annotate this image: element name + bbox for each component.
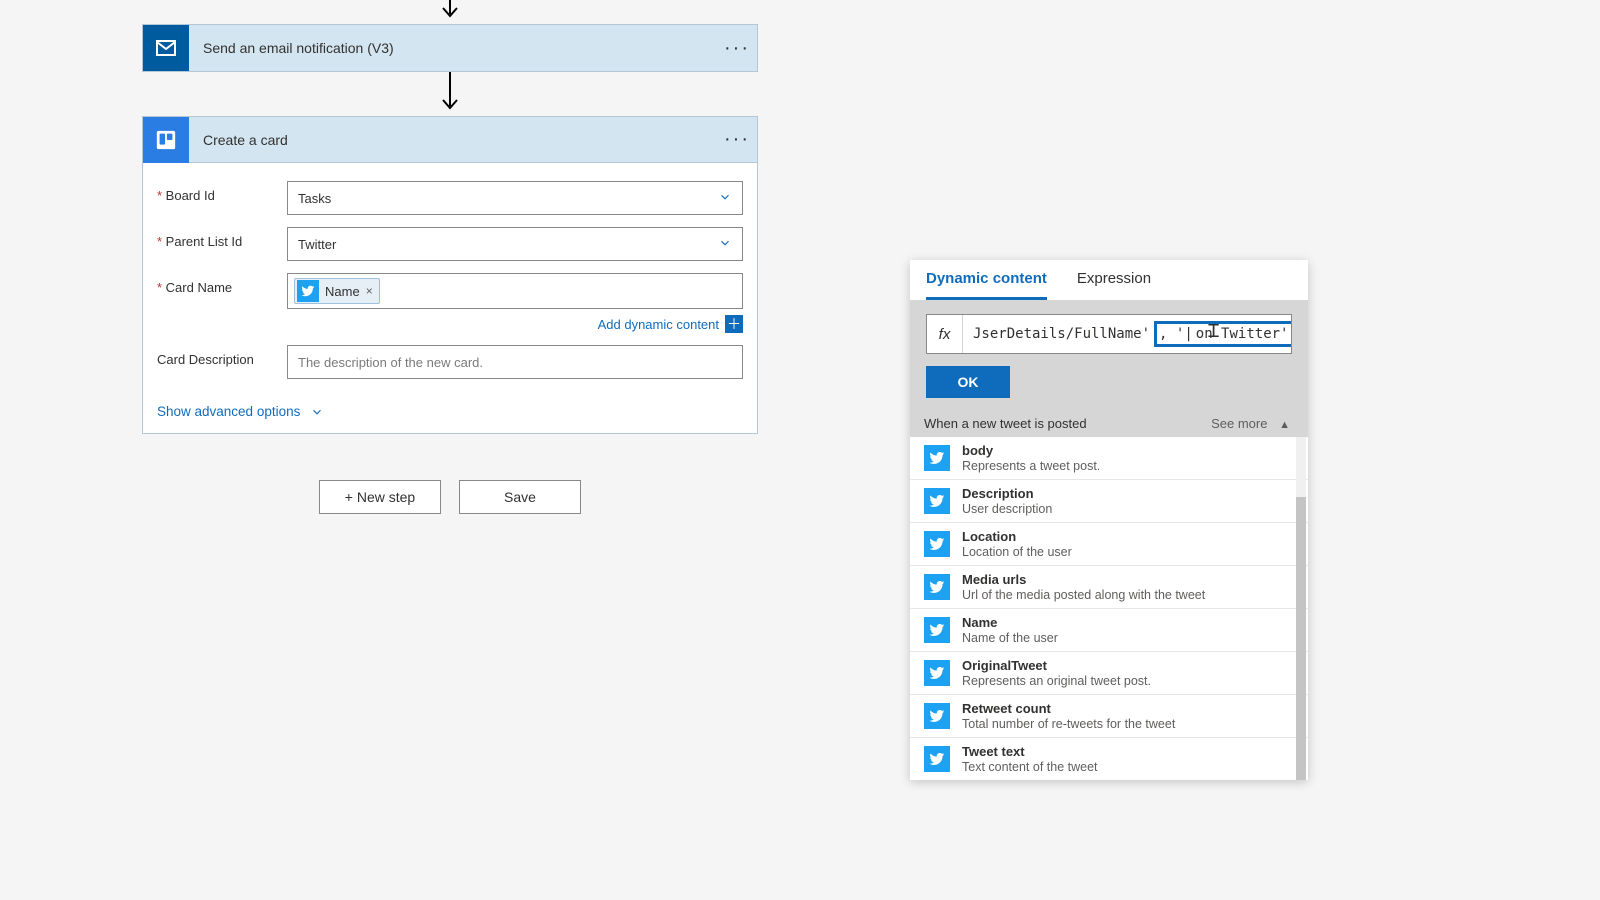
step-title: Create a card [189,132,717,148]
dynamic-item[interactable]: bodyRepresents a tweet post. [910,437,1308,480]
twitter-icon [924,660,950,686]
add-dynamic-content-link[interactable]: Add dynamic content [598,317,719,332]
dynamic-item-desc: Represents an original tweet post. [962,674,1151,688]
field-label-board-id: Board Id [157,181,287,203]
twitter-icon [924,445,950,471]
dynamic-content-list: bodyRepresents a tweet post.DescriptionU… [910,437,1308,780]
add-dynamic-content-icon[interactable]: ＋ [725,315,743,333]
step-send-email[interactable]: Send an email notification (V3) ··· [142,24,758,72]
dynamic-item[interactable]: DescriptionUser description [910,480,1308,523]
expression-highlight-box: , '|on Twitter') [1154,321,1291,347]
dynamic-item-desc: Represents a tweet post. [962,459,1100,473]
dynamic-item-title: Media urls [962,572,1205,587]
dynamic-item-desc: Total number of re-tweets for the tweet [962,717,1175,731]
twitter-icon [924,746,950,772]
show-advanced-label: Show advanced options [157,404,300,419]
step-create-card: Create a card ··· Board Id Tasks Parent … [142,116,758,434]
dynamic-item-desc: Url of the media posted along with the t… [962,588,1205,602]
parent-list-value: Twitter [298,237,336,252]
parent-list-id-select[interactable]: Twitter [287,227,743,261]
new-step-button[interactable]: + New step [319,480,441,514]
expression-text-left: JserDetails/FullName' [973,326,1150,342]
trello-icon [143,117,189,163]
expression-input[interactable]: fx JserDetails/FullName' , '|on Twitter'… [926,314,1292,354]
flow-arrow-icon [0,72,900,116]
dynamic-item-title: Retweet count [962,701,1175,716]
board-id-value: Tasks [298,191,331,206]
card-description-placeholder: The description of the new card. [298,355,483,370]
dynamic-item-title: Tweet text [962,744,1098,759]
dynamic-token-name[interactable]: Name × [294,278,380,304]
dynamic-section-header: When a new tweet is posted See more ▲ [910,410,1308,437]
field-label-card-description: Card Description [157,345,287,367]
card-name-input[interactable]: Name × [287,273,743,309]
twitter-icon [924,531,950,557]
dynamic-item-title: Description [962,486,1052,501]
twitter-icon [924,488,950,514]
card-description-input[interactable]: The description of the new card. [287,345,743,379]
see-more-link[interactable]: See more [1211,416,1267,431]
dynamic-item[interactable]: Retweet countTotal number of re-tweets f… [910,695,1308,738]
dynamic-item-desc: Name of the user [962,631,1058,645]
dynamic-item[interactable]: LocationLocation of the user [910,523,1308,566]
dynamic-item-desc: Location of the user [962,545,1072,559]
dynamic-item[interactable]: Media urlsUrl of the media posted along … [910,566,1308,609]
chevron-down-icon [718,236,732,253]
dynamic-item-title: body [962,443,1100,458]
chevron-down-icon [310,405,324,419]
field-label-parent-list-id: Parent List Id [157,227,287,249]
step-header[interactable]: Create a card ··· [143,117,757,163]
dynamic-section-title: When a new tweet is posted [924,416,1087,431]
twitter-icon [924,703,950,729]
step-menu-button[interactable]: ··· [717,128,757,151]
twitter-icon [924,574,950,600]
chevron-down-icon [718,190,732,207]
dynamic-item-title: Name [962,615,1058,630]
flow-arrow-icon [0,0,900,24]
field-label-card-name: Card Name [157,273,287,295]
dynamic-item-desc: Text content of the tweet [962,760,1098,774]
dynamic-item-title: Location [962,529,1072,544]
tab-expression[interactable]: Expression [1077,270,1151,300]
twitter-icon [924,617,950,643]
board-id-select[interactable]: Tasks [287,181,743,215]
dynamic-item[interactable]: NameName of the user [910,609,1308,652]
dynamic-item-desc: User description [962,502,1052,516]
dynamic-item[interactable]: OriginalTweetRepresents an original twee… [910,652,1308,695]
token-remove-button[interactable]: × [366,284,373,298]
scrollbar-thumb[interactable] [1296,497,1306,780]
token-label: Name [325,284,360,299]
step-title: Send an email notification (V3) [189,40,717,56]
save-button[interactable]: Save [459,480,581,514]
dynamic-item[interactable]: Tweet textText content of the tweet [910,738,1308,780]
mail-icon [143,25,189,71]
tab-dynamic-content[interactable]: Dynamic content [926,270,1047,300]
caret-up-icon[interactable]: ▲ [1279,419,1290,431]
twitter-icon [297,280,319,302]
show-advanced-options-link[interactable]: Show advanced options [157,404,324,419]
dynamic-item-title: OriginalTweet [962,658,1151,673]
dynamic-content-panel: Dynamic content Expression fx JserDetail… [910,260,1308,780]
fx-icon: fx [927,315,963,353]
ok-button[interactable]: OK [926,366,1010,398]
step-menu-button[interactable]: ··· [717,37,757,60]
